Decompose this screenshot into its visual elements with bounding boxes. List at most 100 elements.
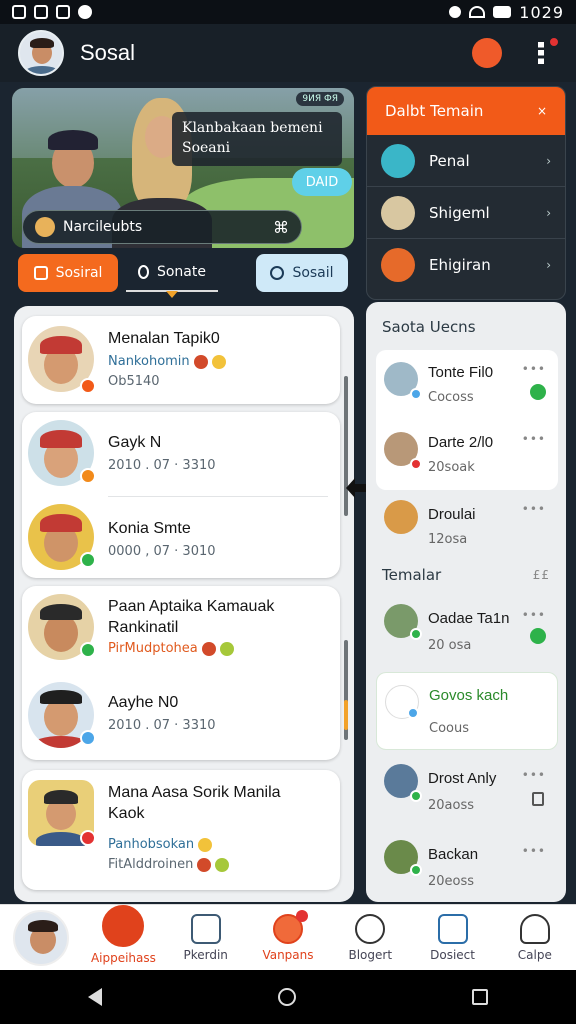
- bluetooth-icon: [449, 6, 462, 18]
- feed-row-text: Konia Smte 0000 , 07 · 3010: [108, 518, 216, 561]
- tab-sonate[interactable]: Sonate: [126, 254, 218, 298]
- nav-blogert[interactable]: Blogert: [330, 913, 410, 962]
- hero-banner[interactable]: 9ИЯ ФЯ Klanbakaan bemeni Soeani DAID Nar…: [12, 88, 354, 248]
- search-icon: [138, 265, 149, 279]
- tab-label: Sosail: [292, 265, 334, 281]
- section-options-icon[interactable]: ££: [533, 568, 550, 582]
- more-icon[interactable]: •••: [522, 432, 546, 446]
- nav-profile[interactable]: [1, 909, 81, 966]
- feed-row-text: Gayk N 2010 . 07 · 3310: [108, 432, 216, 475]
- feed-card[interactable]: Mana Aasa Sorik Manila Kaok Panhobsokan …: [22, 770, 340, 890]
- side-item-name: Govos kach: [429, 687, 509, 704]
- feed-row[interactable]: Gayk N 2010 . 07 · 3310: [22, 412, 340, 496]
- tab-sosiral[interactable]: Sosiral: [18, 254, 118, 292]
- nav-calpe[interactable]: Calpe: [495, 913, 575, 962]
- side-card: Tonte Fil0 Cocoss ••• Darte 2/l0 20soak …: [376, 350, 558, 490]
- nav-dosiect[interactable]: Dosiect: [413, 913, 493, 962]
- nav-label: Aippeihass: [90, 950, 156, 965]
- section-title-friends: Temalar: [382, 566, 442, 584]
- feed-row[interactable]: Aayhe N0 2010 . 07 · 3310: [22, 676, 340, 760]
- nav-aippeihass[interactable]: Aippeihass: [83, 904, 163, 965]
- status-dot: [410, 864, 422, 876]
- status-dot: [407, 707, 419, 719]
- edit-icon: [33, 266, 48, 280]
- emoji-icon: [197, 857, 212, 872]
- home-button-icon[interactable]: [278, 988, 296, 1006]
- menu-button[interactable]: [524, 36, 560, 70]
- app-icon: [34, 5, 48, 19]
- feed-name: Mana Aasa Sorik Manila: [108, 784, 281, 801]
- feed-card[interactable]: Menalan Tapik0 Nankohomin Ob5140: [22, 316, 340, 404]
- feed-list: Menalan Tapik0 Nankohomin Ob5140 Gayk N …: [14, 306, 354, 902]
- feed-card-group: Gayk N 2010 . 07 · 3310 Konia Smte 0000 …: [22, 412, 340, 578]
- recents-icon[interactable]: [472, 989, 488, 1005]
- system-nav-bar: [0, 970, 576, 1024]
- status-dot: [410, 458, 422, 470]
- more-icon[interactable]: •••: [522, 608, 546, 622]
- hero-tag: 9ИЯ ФЯ: [296, 92, 344, 106]
- status-badge: [80, 830, 96, 846]
- calendar-icon: [532, 792, 544, 806]
- side-item[interactable]: Backan 20eoss •••: [376, 832, 558, 898]
- more-icon[interactable]: •••: [522, 362, 546, 376]
- book-icon: [190, 913, 221, 944]
- nav-label: Vanpans: [262, 947, 314, 962]
- side-item-name: Darte 2/l0: [428, 434, 494, 451]
- feed-subtitle-text: Panhobsokan: [108, 837, 195, 852]
- side-item[interactable]: Darte 2/l0 20soak •••: [376, 420, 558, 490]
- more-icon[interactable]: •••: [522, 844, 546, 858]
- hero-chip[interactable]: DAID: [292, 168, 352, 196]
- side-item[interactable]: Tonte Fil0 Cocoss •••: [376, 350, 558, 420]
- feed-row[interactable]: Konia Smte 0000 , 07 · 3010: [22, 496, 340, 578]
- feed-name-line-2: Kaok: [108, 805, 145, 822]
- menu-item-penal[interactable]: Penal ›: [367, 135, 565, 187]
- hero-caption-bar[interactable]: Narcileubts ⌘: [22, 210, 302, 244]
- caption-text: Narcileubts: [63, 219, 143, 235]
- profile-avatar[interactable]: [18, 30, 64, 76]
- status-badge: [80, 468, 96, 484]
- side-item[interactable]: Drost Anly 20aoss •••: [376, 756, 558, 832]
- nav-vanpans[interactable]: Vanpans: [248, 909, 328, 962]
- feed-row[interactable]: Paan Aptaika Kamauak Rankinatil PirMudpt…: [22, 586, 340, 676]
- side-avatar: [384, 500, 418, 534]
- caption-avatar: [35, 217, 55, 237]
- avatar-body: [24, 66, 60, 74]
- status-bar: 1029: [0, 0, 576, 24]
- side-item-highlighted[interactable]: Govos kach Coous: [376, 672, 558, 750]
- menu-item-ehigiran[interactable]: Ehigiran ›: [367, 239, 565, 291]
- status-right-icons: 1029: [449, 3, 564, 22]
- more-icon[interactable]: •••: [522, 502, 546, 516]
- emoji-icon: [201, 641, 216, 656]
- tab-bar: Sosiral Sonate Sosail: [18, 252, 348, 298]
- app-bar: Sosal: [0, 24, 576, 82]
- tab-label: Sonate: [156, 264, 206, 280]
- nav-pkerdin[interactable]: Pkerdin: [166, 913, 246, 962]
- link-icon[interactable]: ⌘: [273, 218, 289, 237]
- feed-scroll-indicator: [344, 700, 348, 730]
- side-item[interactable]: Oadae Ta1n 20 osa •••: [376, 596, 558, 664]
- close-icon[interactable]: ×: [537, 104, 547, 118]
- status-dot: [410, 790, 422, 802]
- nav-label: Calpe: [517, 947, 552, 962]
- side-item[interactable]: Droulai 12osa •••: [376, 492, 558, 556]
- feed-name: Konia Smte: [108, 520, 191, 537]
- feed-name: Menalan Tapik0: [108, 330, 220, 347]
- notification-button[interactable]: [470, 36, 504, 70]
- back-icon[interactable]: [88, 988, 102, 1006]
- feed-meta: 2010 . 07 · 3310: [108, 718, 216, 733]
- feed-meta: FitAlddroinen: [108, 856, 281, 874]
- more-icon[interactable]: •••: [522, 768, 546, 782]
- avatar-cap: [40, 430, 82, 448]
- tab-sosail[interactable]: Sosail: [256, 254, 348, 292]
- menu-item-shigeml[interactable]: Shigeml ›: [367, 187, 565, 239]
- person-hat: [48, 130, 98, 150]
- feed-scrollbar[interactable]: [344, 376, 348, 516]
- side-item-name: Drost Anly: [428, 770, 497, 787]
- side-item-name: Droulai: [428, 506, 476, 523]
- status-badge: [80, 730, 96, 746]
- bottom-nav: Aippeihass Pkerdin Vanpans Blogert Dosie…: [0, 904, 576, 970]
- status-left-icons: [12, 5, 92, 19]
- menu-item-avatar: [381, 248, 415, 282]
- side-panel: Saota Uecns Tonte Fil0 Cocoss ••• Darte …: [366, 302, 566, 902]
- side-item-sub: 20eoss: [428, 874, 475, 889]
